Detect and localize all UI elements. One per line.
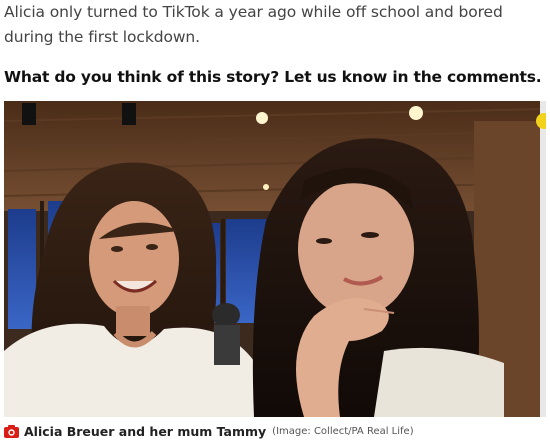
article-body: Alicia only turned to TikTok a year ago … <box>4 0 546 88</box>
photo-illustration <box>4 101 546 417</box>
comments-prompt: What do you think of this story? Let us … <box>4 68 542 86</box>
article-paragraph: Alicia only turned to TikTok a year ago … <box>4 3 503 46</box>
caption-text: Alicia Breuer and her mum Tammy <box>24 423 267 439</box>
caption-credit: (Image: Collect/PA Real Life) <box>272 425 414 437</box>
photo-caption: Alicia Breuer and her mum Tammy (Image: … <box>4 421 546 441</box>
camera-icon <box>4 424 19 438</box>
article-photo[interactable] <box>4 101 546 417</box>
